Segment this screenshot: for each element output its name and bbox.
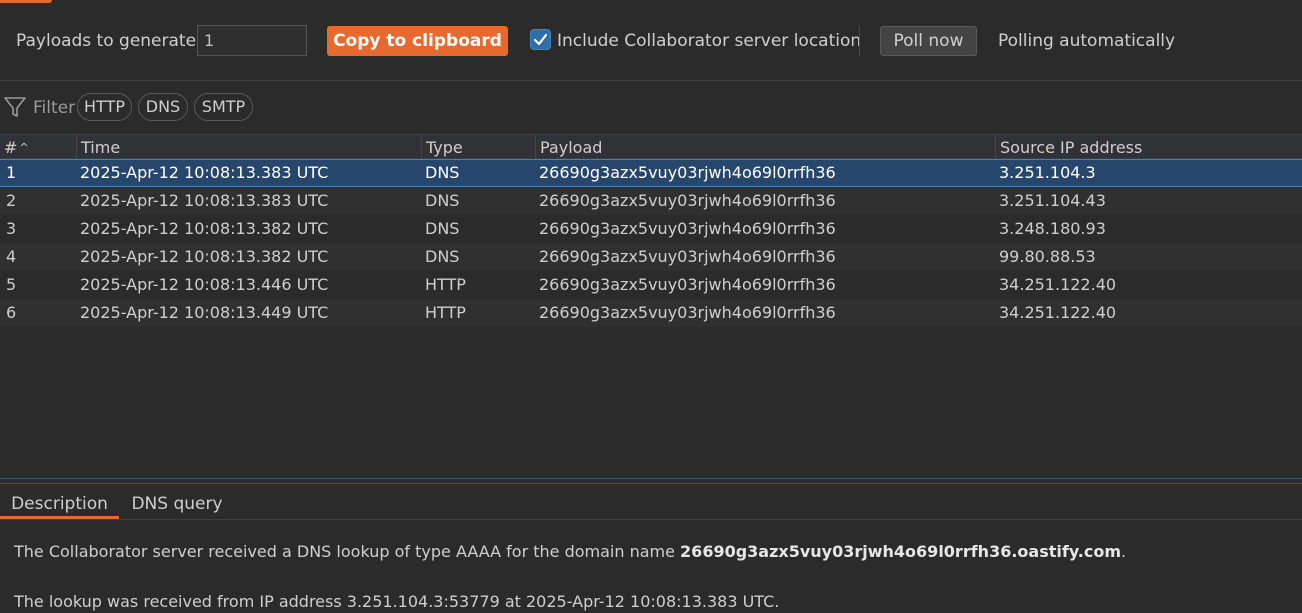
cell-payload: 26690g3azx5vuy03rjwh4o69l0rrfh36 <box>539 191 836 210</box>
payloads-count-input[interactable] <box>197 25 307 56</box>
cell-time: 2025-Apr-12 10:08:13.383 UTC <box>80 163 329 182</box>
cell-number: 2 <box>6 191 17 210</box>
column-header-payload[interactable]: Payload <box>535 135 995 159</box>
split-pane-divider[interactable] <box>0 478 1302 484</box>
cell-source-ip: 34.251.122.40 <box>999 275 1117 294</box>
collaborator-panel: { "toolbar": { "payloads_label": "Payloa… <box>0 0 1302 613</box>
toolbar: Payloads to generate: Copy to clipboard … <box>0 0 1302 81</box>
cell-payload: 26690g3azx5vuy03rjwh4o69l0rrfh36 <box>539 219 836 238</box>
include-location-label[interactable]: Include Collaborator server location <box>557 31 861 51</box>
cell-payload: 26690g3azx5vuy03rjwh4o69l0rrfh36 <box>539 247 836 266</box>
table-row[interactable]: 4 2025-Apr-12 10:08:13.382 UTC DNS 26690… <box>0 243 1302 271</box>
cell-number: 3 <box>6 219 17 238</box>
filter-chip-dns[interactable]: DNS <box>138 93 188 121</box>
description-panel: The Collaborator server received a DNS l… <box>0 520 1302 613</box>
cell-number: 1 <box>6 163 17 182</box>
cell-source-ip: 3.251.104.43 <box>999 191 1106 210</box>
description-suffix: . <box>1121 542 1127 561</box>
copy-to-clipboard-button[interactable]: Copy to clipboard <box>327 26 508 56</box>
table-row[interactable]: 5 2025-Apr-12 10:08:13.446 UTC HTTP 2669… <box>0 271 1302 299</box>
description-text: The Collaborator server received a DNS l… <box>14 542 681 561</box>
cell-time: 2025-Apr-12 10:08:13.382 UTC <box>80 247 329 266</box>
cell-time: 2025-Apr-12 10:08:13.382 UTC <box>80 219 329 238</box>
cell-payload: 26690g3azx5vuy03rjwh4o69l0rrfh36 <box>539 303 836 322</box>
column-header-type[interactable]: Type <box>421 135 535 159</box>
cell-type: HTTP <box>425 275 466 294</box>
table-row[interactable]: 1 2025-Apr-12 10:08:13.383 UTC DNS 26690… <box>0 159 1302 187</box>
polling-status-text: Polling automatically <box>998 31 1176 51</box>
sort-ascending-icon: ^ <box>19 141 29 154</box>
detail-tabs: Description DNS query <box>0 487 1302 520</box>
cell-type: DNS <box>425 163 460 182</box>
cell-payload: 26690g3azx5vuy03rjwh4o69l0rrfh36 <box>539 275 836 294</box>
column-header-time[interactable]: Time <box>76 135 421 159</box>
cell-source-ip: 3.251.104.3 <box>999 163 1096 182</box>
cell-number: 6 <box>6 303 17 322</box>
column-header-number-label: # <box>4 138 18 157</box>
tab-dns-query[interactable]: DNS query <box>119 487 235 519</box>
tab-description[interactable]: Description <box>0 487 119 519</box>
cell-number: 5 <box>6 275 17 294</box>
toolbar-divider <box>859 26 860 56</box>
cell-source-ip: 34.251.122.40 <box>999 303 1117 322</box>
filter-chip-http[interactable]: HTTP <box>77 93 132 121</box>
table-row[interactable]: 2 2025-Apr-12 10:08:13.383 UTC DNS 26690… <box>0 187 1302 215</box>
interactions-table: # ^ Time Type Payload Source IP address 1… <box>0 134 1302 481</box>
cell-source-ip: 3.248.180.93 <box>999 219 1106 238</box>
filter-bar: Filter HTTP DNS SMTP <box>0 82 1302 134</box>
filter-label[interactable]: Filter <box>33 98 75 118</box>
filter-icon[interactable] <box>3 95 27 119</box>
cell-number: 4 <box>6 247 17 266</box>
cell-source-ip: 99.80.88.53 <box>999 247 1096 266</box>
checkmark-icon <box>533 33 548 46</box>
domain-name: 26690g3azx5vuy03rjwh4o69l0rrfh36.oastify… <box>680 542 1121 561</box>
include-location-checkbox[interactable] <box>530 29 551 50</box>
poll-now-button[interactable]: Poll now <box>880 26 977 56</box>
cell-type: DNS <box>425 191 460 210</box>
description-line-2: The lookup was received from IP address … <box>14 592 780 611</box>
description-line-1: The Collaborator server received a DNS l… <box>14 542 1126 561</box>
cell-type: DNS <box>425 219 460 238</box>
cell-type: HTTP <box>425 303 466 322</box>
filter-chip-smtp[interactable]: SMTP <box>194 93 253 121</box>
table-row[interactable]: 3 2025-Apr-12 10:08:13.382 UTC DNS 26690… <box>0 215 1302 243</box>
table-header: # ^ Time Type Payload Source IP address <box>0 134 1302 159</box>
cell-payload: 26690g3azx5vuy03rjwh4o69l0rrfh36 <box>539 163 836 182</box>
cell-time: 2025-Apr-12 10:08:13.383 UTC <box>80 191 329 210</box>
cell-type: DNS <box>425 247 460 266</box>
column-header-number[interactable]: # ^ <box>0 135 76 159</box>
cell-time: 2025-Apr-12 10:08:13.446 UTC <box>80 275 329 294</box>
payloads-count-label: Payloads to generate: <box>16 31 202 51</box>
cell-time: 2025-Apr-12 10:08:13.449 UTC <box>80 303 329 322</box>
column-header-source-ip[interactable]: Source IP address <box>995 135 1302 159</box>
table-row[interactable]: 6 2025-Apr-12 10:08:13.449 UTC HTTP 2669… <box>0 299 1302 327</box>
